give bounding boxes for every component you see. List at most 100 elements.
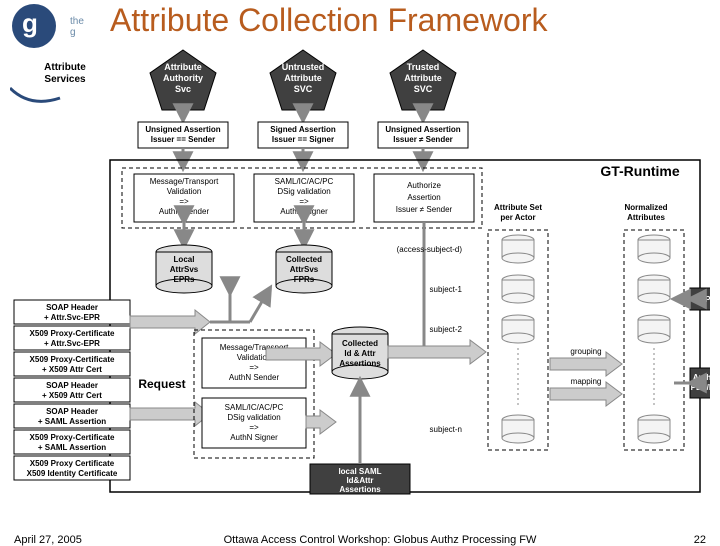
svg-text:SVC: SVC (414, 84, 433, 94)
svg-text:Unsigned Assertion: Unsigned Assertion (145, 125, 220, 134)
svg-text:Assertions: Assertions (339, 485, 381, 494)
svg-text:AuthN Sender: AuthN Sender (159, 207, 210, 216)
svg-text:+ Attr.Svc-EPR: + Attr.Svc-EPR (44, 313, 100, 322)
svg-text:Issuer == Sender: Issuer == Sender (151, 135, 215, 144)
arrow-request (130, 402, 210, 426)
svg-text:+ SAML Assertion: + SAML Assertion (38, 443, 106, 452)
svg-text:Collected: Collected (286, 255, 322, 264)
svg-text:X509 Proxy-Certificate: X509 Proxy-Certificate (30, 355, 115, 364)
assert-unsigned-sender: Unsigned Assertion Issuer == Sender (138, 122, 228, 148)
assert-unsigned-notsender: Unsigned Assertion Issuer ≠ Sender (378, 122, 468, 148)
svg-text:Message/Transport: Message/Transport (150, 177, 219, 186)
svg-text:Svc: Svc (175, 84, 191, 94)
svg-text:Assertion: Assertion (407, 193, 440, 202)
svg-text:SVC: SVC (294, 84, 313, 94)
box-local-saml: local SAML Id&Attr Assertions (310, 464, 410, 494)
svg-text:=>: => (249, 363, 259, 372)
svg-text:grouping: grouping (570, 347, 601, 356)
svg-text:=>: => (299, 197, 309, 206)
svg-text:=>: => (179, 197, 189, 206)
svg-text:PIP…: PIP… (698, 295, 710, 304)
svg-text:SOAP Header: SOAP Header (46, 407, 98, 416)
svg-text:FPRs: FPRs (294, 275, 315, 284)
svg-text:mapping: mapping (571, 377, 602, 386)
mid-saml-dsig: SAML/IC/AC/PC DSig validation => AuthN S… (202, 398, 306, 448)
svg-text:SOAP Header: SOAP Header (46, 381, 98, 390)
svg-text:Unsigned Assertion: Unsigned Assertion (385, 125, 460, 134)
cyl-local-epr: Local AttrSvs EPRs (156, 245, 212, 293)
pentagon-trusted: Trusted Attribute SVC (390, 50, 456, 110)
svg-text:subject-n: subject-n (430, 425, 462, 434)
svg-text:SAML/IC/AC/PC: SAML/IC/AC/PC (225, 403, 284, 412)
svg-text:Id&Attr: Id&Attr (346, 476, 373, 485)
svg-text:Id & Attr: Id & Attr (344, 349, 375, 358)
svg-text:+ Attr.Svc-EPR: + Attr.Svc-EPR (44, 339, 100, 348)
svg-text:Authority: Authority (163, 73, 203, 83)
svg-text:Issuer ≠ Sender: Issuer ≠ Sender (396, 205, 453, 214)
cyl-collected-assertions: Collected Id & Attr Assertions (332, 327, 388, 379)
svg-text:Attribute Set: Attribute Set (494, 203, 542, 212)
assert-signed: Signed Assertion Issuer == Signer (258, 122, 348, 148)
svg-text:Attribute: Attribute (44, 62, 86, 73)
svg-text:per Actor: per Actor (500, 213, 535, 222)
svg-text:X509 Proxy Certificate: X509 Proxy Certificate (30, 459, 115, 468)
request-stack: SOAP Header + Attr.Svc-EPR X509 Proxy-Ce… (14, 300, 130, 480)
svg-text:Validation: Validation (167, 187, 202, 196)
footer-page: 22 (694, 534, 706, 546)
svg-text:+ X509 Attr Cert: + X509 Attr Cert (42, 391, 102, 400)
svg-text:SAML/IC/AC/PC: SAML/IC/AC/PC (275, 177, 334, 186)
svg-text:Normalized: Normalized (624, 203, 667, 212)
box-pip: PIP… (690, 288, 710, 310)
svg-text:Attribute: Attribute (284, 73, 322, 83)
footer-title: Ottawa Access Control Workshop: Globus A… (150, 534, 610, 546)
svg-text:Attributes: Attributes (627, 213, 665, 222)
svg-text:Attribute: Attribute (404, 73, 442, 83)
pentagon-untrusted: Untrusted Attribute SVC (270, 50, 336, 110)
svg-text:DSig validation: DSig validation (227, 413, 280, 422)
svg-text:=>: => (249, 423, 259, 432)
svg-text:DSig validation: DSig validation (277, 187, 330, 196)
valid-authorize: Authorize Assertion Issuer ≠ Sender (374, 174, 474, 222)
pentagon-attr-authority: Attribute Authority Svc (150, 50, 216, 110)
svg-text:AuthN Signer: AuthN Signer (230, 433, 278, 442)
valid-msg-transport: Message/Transport Validation => AuthN Se… (134, 174, 234, 222)
framework-diagram: Attribute Services Attribute Authority S… (10, 48, 710, 498)
svg-text:Trusted: Trusted (407, 62, 440, 72)
slide-title: Attribute Collection Framework (110, 2, 547, 39)
mid-msg-transport: Message/Transport Validation => AuthN Se… (202, 338, 306, 388)
svg-text:PEP/PDP: PEP/PDP (691, 383, 710, 392)
svg-text:(access-subject-d): (access-subject-d) (397, 245, 463, 254)
logo-circle: g (12, 4, 56, 48)
svg-text:Request: Request (138, 377, 185, 391)
svg-text:EPRs: EPRs (174, 275, 195, 284)
svg-text:AuthN Signer: AuthN Signer (280, 207, 328, 216)
svg-text:Local: Local (174, 255, 195, 264)
subject-cylinders: (access-subject-d) subject-1 subject-2 s… (397, 235, 534, 443)
svg-text:AttrSvs: AttrSvs (290, 265, 319, 274)
svg-text:GT-Runtime: GT-Runtime (600, 163, 680, 179)
svg-text:X509 Proxy-Certificate: X509 Proxy-Certificate (30, 329, 115, 338)
logo-letter: g (22, 8, 38, 39)
svg-text:Signed Assertion: Signed Assertion (270, 125, 336, 134)
svg-text:Untrusted: Untrusted (282, 62, 325, 72)
svg-text:local SAML: local SAML (338, 467, 381, 476)
svg-text:AuthN Sender: AuthN Sender (229, 373, 280, 382)
valid-saml-dsig: SAML/IC/AC/PC DSig validation => AuthN S… (254, 174, 354, 222)
svg-text:Services: Services (44, 74, 86, 85)
svg-text:+ X509 Attr Cert: + X509 Attr Cert (42, 365, 102, 374)
box-authz: Authz… PEP/PDP (690, 368, 710, 398)
svg-text:SOAP Header: SOAP Header (46, 303, 98, 312)
svg-text:subject-1: subject-1 (430, 285, 463, 294)
svg-text:Assertions: Assertions (339, 359, 381, 368)
svg-text:Authorize: Authorize (407, 181, 441, 190)
globus-logo: g the g (12, 4, 56, 48)
footer-date: April 27, 2005 (14, 534, 82, 546)
svg-text:Collected: Collected (342, 339, 378, 348)
svg-text:Issuer == Signer: Issuer == Signer (272, 135, 334, 144)
logo-tagline: the g (70, 16, 84, 38)
svg-text:+ SAML Assertion: + SAML Assertion (38, 417, 106, 426)
svg-text:Authz…: Authz… (693, 373, 710, 382)
svg-text:Attribute: Attribute (164, 62, 202, 72)
svg-text:AttrSvs: AttrSvs (170, 265, 199, 274)
svg-text:subject-2: subject-2 (430, 325, 463, 334)
